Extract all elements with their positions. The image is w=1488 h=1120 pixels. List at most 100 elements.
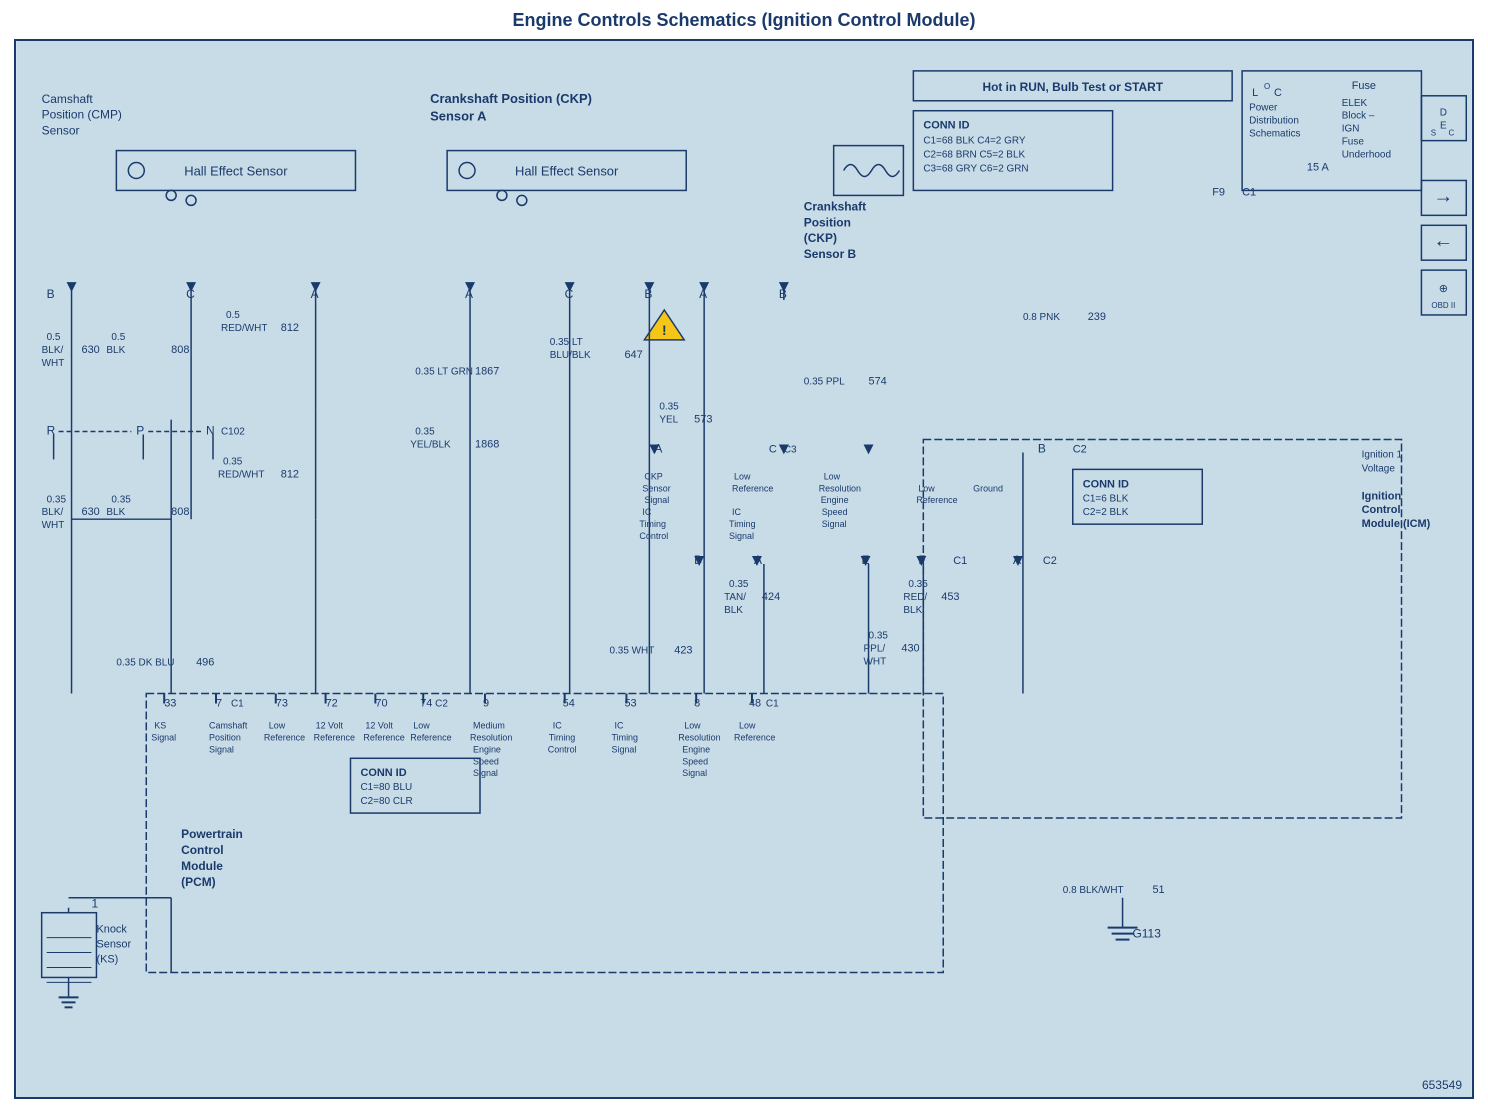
svg-text:Ignition: Ignition <box>1362 490 1401 502</box>
svg-text:0.8 PNK: 0.8 PNK <box>1023 312 1060 323</box>
svg-text:C1=68 BLK C4=2 GRY: C1=68 BLK C4=2 GRY <box>923 136 1026 147</box>
svg-text:WHT: WHT <box>42 358 65 369</box>
svg-text:Signal: Signal <box>473 768 498 778</box>
svg-text:PPL/: PPL/ <box>864 644 886 655</box>
svg-text:Camshaft: Camshaft <box>209 720 248 730</box>
svg-text:IC: IC <box>614 720 623 730</box>
svg-text:C1=80 BLU: C1=80 BLU <box>360 782 412 793</box>
svg-text:Module (ICM): Module (ICM) <box>1362 518 1431 530</box>
svg-text:239: 239 <box>1088 311 1106 323</box>
svg-text:!: ! <box>662 322 667 338</box>
svg-text:Timing: Timing <box>549 732 576 742</box>
svg-text:YEL: YEL <box>659 415 678 426</box>
svg-text:BLK: BLK <box>724 605 743 616</box>
svg-text:Resolution: Resolution <box>678 732 720 742</box>
svg-text:Engine: Engine <box>473 744 501 754</box>
svg-text:Ground: Ground <box>973 483 1003 493</box>
svg-text:S: S <box>1431 129 1436 138</box>
svg-text:Reference: Reference <box>410 732 451 742</box>
svg-text:C2: C2 <box>1043 555 1057 567</box>
main-container: Engine Controls Schematics (Ignition Con… <box>0 0 1488 1120</box>
svg-text:Underhood: Underhood <box>1342 150 1391 161</box>
svg-text:C1: C1 <box>953 555 967 567</box>
svg-text:Hot in RUN, Bulb Test or START: Hot in RUN, Bulb Test or START <box>982 80 1163 94</box>
svg-text:12 Volt: 12 Volt <box>365 720 393 730</box>
svg-text:0.35 PPL: 0.35 PPL <box>804 377 845 388</box>
svg-text:C1: C1 <box>766 698 779 709</box>
svg-text:C1=6 BLK: C1=6 BLK <box>1083 493 1129 504</box>
svg-text:C: C <box>769 443 777 455</box>
svg-text:Reference: Reference <box>264 732 305 742</box>
svg-text:0.35: 0.35 <box>111 494 131 505</box>
svg-text:L: L <box>1252 87 1258 99</box>
svg-text:C1: C1 <box>231 698 244 709</box>
svg-text:808: 808 <box>171 506 189 518</box>
svg-text:Sensor A: Sensor A <box>430 109 486 124</box>
svg-text:C2=80 CLR: C2=80 CLR <box>360 796 412 807</box>
svg-text:OBD II: OBD II <box>1431 301 1455 310</box>
svg-text:812: 812 <box>281 322 299 334</box>
svg-text:Fuse: Fuse <box>1352 80 1376 92</box>
svg-text:CONN ID: CONN ID <box>360 767 406 779</box>
svg-text:Timing: Timing <box>639 519 666 529</box>
svg-text:Low: Low <box>739 720 756 730</box>
svg-text:0.35: 0.35 <box>908 579 928 590</box>
svg-text:15 A: 15 A <box>1307 162 1330 174</box>
svg-text:Sensor: Sensor <box>642 483 670 493</box>
svg-text:C2=68 BRN C5=2 BLK: C2=68 BRN C5=2 BLK <box>923 150 1025 161</box>
svg-text:74: 74 <box>420 697 432 709</box>
svg-text:Low: Low <box>734 471 751 481</box>
svg-text:1867: 1867 <box>475 366 499 378</box>
svg-text:51: 51 <box>1152 884 1164 896</box>
svg-text:YEL/BLK: YEL/BLK <box>410 439 451 450</box>
svg-text:Hall Effect Sensor: Hall Effect Sensor <box>184 163 288 178</box>
svg-text:1: 1 <box>91 897 98 911</box>
svg-text:574: 574 <box>869 376 887 388</box>
svg-text:Crankshaft: Crankshaft <box>804 199 866 213</box>
svg-text:Control: Control <box>1362 504 1401 516</box>
svg-text:Position: Position <box>209 732 241 742</box>
svg-text:453: 453 <box>941 591 959 603</box>
svg-text:C: C <box>1274 87 1282 99</box>
svg-text:Control: Control <box>181 843 223 857</box>
svg-text:496: 496 <box>196 657 214 669</box>
svg-text:CONN ID: CONN ID <box>923 120 969 132</box>
svg-text:O: O <box>1264 82 1270 91</box>
svg-text:Module: Module <box>181 859 223 873</box>
svg-text:Speed: Speed <box>682 756 708 766</box>
svg-text:Low: Low <box>684 720 701 730</box>
svg-text:Reference: Reference <box>732 483 773 493</box>
svg-text:73: 73 <box>276 697 288 709</box>
svg-text:Signal: Signal <box>209 744 234 754</box>
svg-text:C2: C2 <box>435 698 448 709</box>
svg-text:Schematics: Schematics <box>1249 129 1300 140</box>
svg-text:←: ← <box>1433 230 1453 252</box>
svg-text:(KS): (KS) <box>96 954 118 966</box>
svg-text:B: B <box>47 287 55 301</box>
svg-text:BLK: BLK <box>106 507 125 518</box>
svg-text:573: 573 <box>694 414 712 426</box>
svg-text:(PCM): (PCM) <box>181 875 216 889</box>
schematic-svg: Hot in RUN, Bulb Test or START L O C Fus… <box>16 41 1472 1097</box>
svg-text:Crankshaft Position (CKP): Crankshaft Position (CKP) <box>430 91 592 106</box>
svg-text:423: 423 <box>674 645 692 657</box>
svg-text:630: 630 <box>82 506 100 518</box>
svg-text:C3=68 GRY C6=2 GRN: C3=68 GRY C6=2 GRN <box>923 164 1028 175</box>
svg-text:BLK: BLK <box>903 605 922 616</box>
svg-text:647: 647 <box>624 349 642 361</box>
svg-text:Ignition 1: Ignition 1 <box>1362 449 1403 460</box>
svg-text:Signal: Signal <box>682 768 707 778</box>
svg-text:Reference: Reference <box>363 732 404 742</box>
footer-number: 653549 <box>1422 1078 1462 1092</box>
svg-text:C2: C2 <box>1073 443 1087 455</box>
svg-text:72: 72 <box>326 697 338 709</box>
svg-text:(CKP): (CKP) <box>804 231 837 245</box>
svg-text:Hall Effect Sensor: Hall Effect Sensor <box>515 163 619 178</box>
svg-text:1868: 1868 <box>475 438 499 450</box>
svg-text:8: 8 <box>694 697 700 709</box>
svg-text:Power: Power <box>1249 103 1278 114</box>
svg-text:Sensor B: Sensor B <box>804 247 857 261</box>
svg-text:0.8 BLK/WHT: 0.8 BLK/WHT <box>1063 885 1124 896</box>
svg-text:⊕: ⊕ <box>1439 283 1448 295</box>
svg-text:0.35: 0.35 <box>47 494 67 505</box>
